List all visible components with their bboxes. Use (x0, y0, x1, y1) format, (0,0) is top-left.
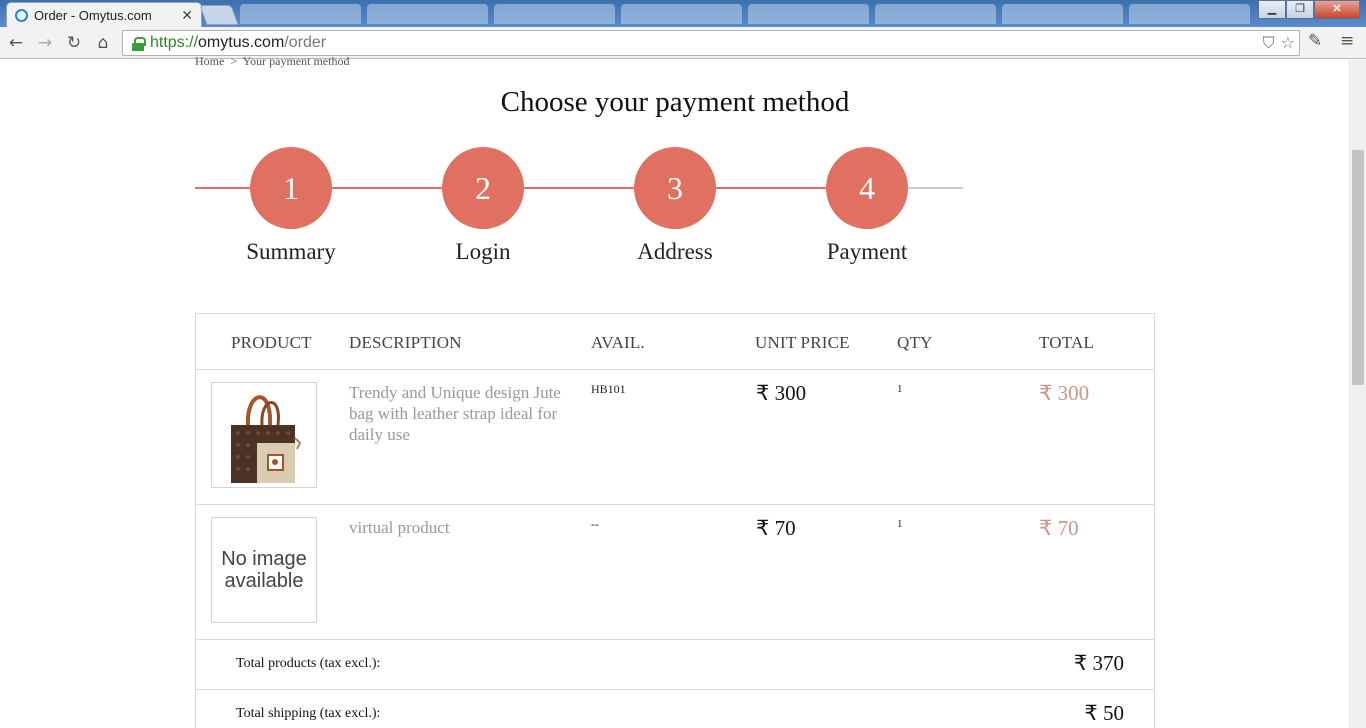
line-total: ₹ 70 (1039, 516, 1079, 540)
breadcrumb-home-link[interactable]: Home (195, 54, 224, 68)
home-icon[interactable]: ⌂ (91, 31, 115, 55)
no-image-text: No image (221, 548, 307, 570)
step-line (291, 187, 867, 189)
lock-icon (132, 36, 146, 51)
minimize-button[interactable]: ▁ (1258, 0, 1286, 19)
breadcrumb-current: Your payment method (242, 54, 350, 68)
tab-active[interactable]: Order - Omytus.com ✕ (6, 2, 202, 27)
step-number: 3 (634, 147, 716, 229)
product-image[interactable] (211, 382, 317, 488)
product-avail: HB101 (591, 382, 626, 396)
step-number: 1 (250, 147, 332, 229)
product-description-link[interactable]: virtual product (349, 517, 584, 538)
background-tab[interactable] (367, 4, 488, 24)
step-label: Summary (246, 239, 336, 264)
site-favicon-icon (15, 8, 28, 22)
close-window-button[interactable]: ✕ (1314, 0, 1360, 19)
address-bar[interactable]: https:// omytus.com /order ⛉ ☆ (122, 30, 1300, 56)
shield-icon[interactable]: ⛉ (1263, 33, 1275, 53)
checkout-steps: 1 Summary 2 Login 3 Address 4 Payment (195, 147, 965, 277)
url-scheme: https:// (150, 34, 199, 51)
tab-close-icon[interactable]: ✕ (181, 7, 193, 24)
background-tab[interactable] (621, 4, 742, 24)
back-arrow-icon[interactable]: ← (4, 31, 28, 55)
table-row: Trendy and Unique design Jute bag with l… (196, 370, 1154, 505)
step-payment: 4 Payment (826, 147, 908, 264)
step-number: 4 (826, 147, 908, 229)
col-unit-price: UNIT PRICE (755, 333, 850, 352)
quantity: 1 (897, 383, 903, 395)
page-title: Choose your payment method (500, 86, 850, 118)
browser-tabstrip: Order - Omytus.com ✕ ▁ ❐ ✕ (0, 0, 1366, 27)
breadcrumb: Home > Your payment method (195, 54, 349, 69)
unit-price: ₹ 300 (756, 381, 807, 405)
step-address[interactable]: 3 Address (634, 147, 716, 264)
summary-value: ₹ 50 (1084, 701, 1124, 725)
cart-header-row: PRODUCT DESCRIPTION AVAIL. UNIT PRICE QT… (196, 314, 1154, 370)
maximize-button[interactable]: ❐ (1286, 0, 1314, 19)
line-total: ₹ 300 (1039, 381, 1090, 405)
product-description-link[interactable]: Trendy and Unique design Jute bag with l… (349, 382, 584, 445)
background-tab[interactable] (875, 4, 996, 24)
step-number: 2 (442, 147, 524, 229)
bookmark-star-icon[interactable]: ☆ (1281, 33, 1295, 53)
background-tab[interactable] (1129, 4, 1250, 24)
step-label: Address (637, 239, 713, 264)
col-total: TOTAL (1039, 333, 1095, 352)
tab-title: Order - Omytus.com (34, 7, 152, 23)
new-tab-button[interactable] (199, 5, 239, 25)
breadcrumb-separator: > (230, 54, 238, 68)
scrollbar-thumb[interactable] (1352, 150, 1364, 385)
eyedropper-extension-icon[interactable]: ✎ (1308, 31, 1322, 51)
reload-icon[interactable]: ↻ (62, 31, 86, 55)
background-tab[interactable] (240, 4, 361, 24)
step-label: Payment (826, 239, 908, 264)
window-controls: ▁ ❐ ✕ (1258, 0, 1360, 19)
menu-icon[interactable]: ≡ (1340, 31, 1354, 51)
cart-table: PRODUCT DESCRIPTION AVAIL. UNIT PRICE QT… (195, 313, 1155, 728)
background-tab[interactable] (1002, 4, 1123, 24)
col-avail: AVAIL. (591, 333, 645, 352)
col-product: PRODUCT (231, 333, 312, 352)
no-image-placeholder[interactable]: No image available (211, 517, 317, 623)
no-image-text: available (224, 570, 304, 592)
summary-label: Total shipping (tax excl.): (236, 706, 381, 721)
url-host: omytus.com (198, 34, 285, 51)
summary-row-shipping: Total shipping (tax excl.): ₹ 50 (196, 690, 1154, 728)
background-tab[interactable] (494, 4, 615, 24)
step-label: Login (455, 239, 511, 264)
unit-price: ₹ 70 (756, 516, 796, 540)
summary-value: ₹ 370 (1073, 651, 1124, 675)
url-path: /order (284, 34, 327, 51)
forward-arrow-icon[interactable]: → (33, 31, 57, 55)
step-login[interactable]: 2 Login (442, 147, 524, 264)
summary-label: Total products (tax excl.): (236, 656, 381, 671)
quantity: 1 (897, 518, 903, 530)
background-tabs (240, 4, 1250, 24)
background-tab[interactable] (748, 4, 869, 24)
table-row: No image available virtual product -- ₹ … (196, 505, 1154, 640)
col-qty: QTY (897, 333, 933, 352)
jute-bag-image (231, 395, 302, 483)
col-description: DESCRIPTION (349, 333, 462, 352)
product-avail: -- (591, 517, 599, 531)
summary-row-products: Total products (tax excl.): ₹ 370 (196, 640, 1154, 690)
step-summary[interactable]: 1 Summary (246, 147, 336, 264)
page-scrollbar[interactable] (1349, 60, 1366, 728)
